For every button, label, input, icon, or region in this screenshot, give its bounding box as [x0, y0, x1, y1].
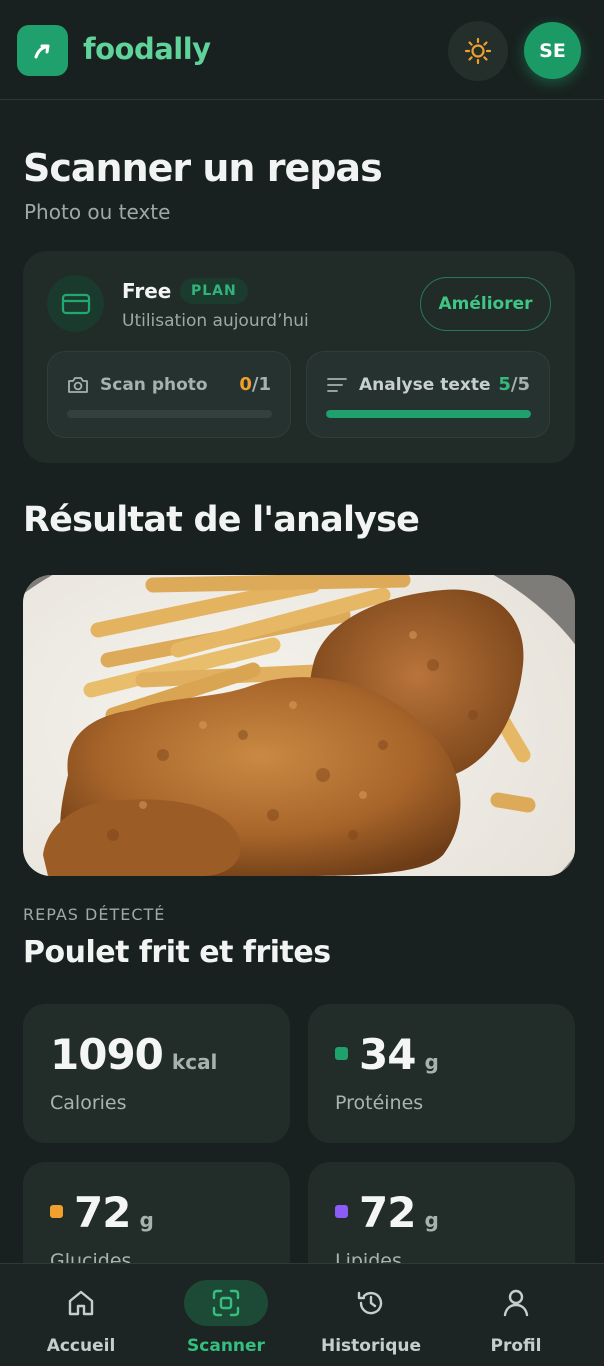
stat-card-proteines: 34 g Protéines [308, 1004, 575, 1143]
camera-icon [68, 377, 88, 393]
quota-count: 5/5 [498, 374, 530, 395]
nav-item-scanner[interactable]: Scanner [166, 1264, 286, 1366]
result-title: Résultat de l'analyse [23, 500, 420, 540]
quota-progress-bar [326, 410, 531, 418]
plan-badge: PLAN [180, 278, 248, 304]
color-dot [335, 1047, 348, 1060]
quota-label: Analyse texte [359, 375, 491, 395]
theme-toggle-button[interactable] [448, 21, 508, 81]
quota-progress-bar [67, 410, 272, 418]
scan-icon [212, 1289, 240, 1317]
nav-item-historique[interactable]: Historique [311, 1264, 431, 1366]
detected-label: REPAS DÉTECTÉ [23, 905, 166, 924]
stat-card-calories: 1090 kcal Calories [23, 1004, 290, 1143]
plan-name: Free [122, 279, 172, 303]
quota-progress-fill [326, 410, 531, 418]
meal-photo [23, 575, 575, 876]
quota-scan-photo: Scan photo 0/1 [47, 351, 291, 438]
stat-label: Protéines [335, 1092, 424, 1114]
plan-card: Free PLAN Utilisation aujourd’hui Amélio… [23, 251, 575, 463]
meal-name: Poulet frit et frites [23, 935, 331, 970]
bottom-nav: Accueil Scanner Historique Profil [0, 1263, 604, 1366]
logo-icon[interactable] [17, 25, 68, 76]
quota-analyse-texte: Analyse texte 5/5 [306, 351, 550, 438]
brand-name: foodally [83, 32, 211, 66]
sun-icon [464, 37, 492, 65]
user-icon [503, 1289, 529, 1317]
page-title: Scanner un repas [23, 146, 383, 190]
nav-label: Profil [490, 1336, 542, 1356]
home-icon [68, 1290, 94, 1316]
stat-value: 1090 kcal [50, 1030, 218, 1079]
stat-value: 72 g [335, 1188, 439, 1237]
avatar[interactable]: SE [524, 22, 581, 79]
quota-label: Scan photo [100, 375, 208, 395]
quota-count: 0/1 [239, 374, 271, 395]
top-bar: foodally SE [0, 0, 604, 100]
nav-label: Historique [321, 1336, 421, 1356]
nav-label: Scanner [187, 1336, 265, 1356]
text-lines-icon [327, 378, 347, 392]
usage-label: Utilisation aujourd’hui [122, 311, 309, 331]
nav-label: Accueil [46, 1336, 116, 1356]
color-dot [50, 1205, 63, 1218]
color-dot [335, 1205, 348, 1218]
page-subtitle: Photo ou texte [24, 200, 171, 224]
stat-label: Calories [50, 1092, 127, 1114]
nav-item-profil[interactable]: Profil [456, 1264, 576, 1366]
stat-value: 72 g [50, 1188, 154, 1237]
history-icon [357, 1291, 383, 1315]
upgrade-button[interactable]: Améliorer [420, 277, 551, 331]
nav-item-accueil[interactable]: Accueil [21, 1264, 141, 1366]
credit-card-icon [47, 275, 104, 332]
stat-value: 34 g [335, 1030, 439, 1079]
